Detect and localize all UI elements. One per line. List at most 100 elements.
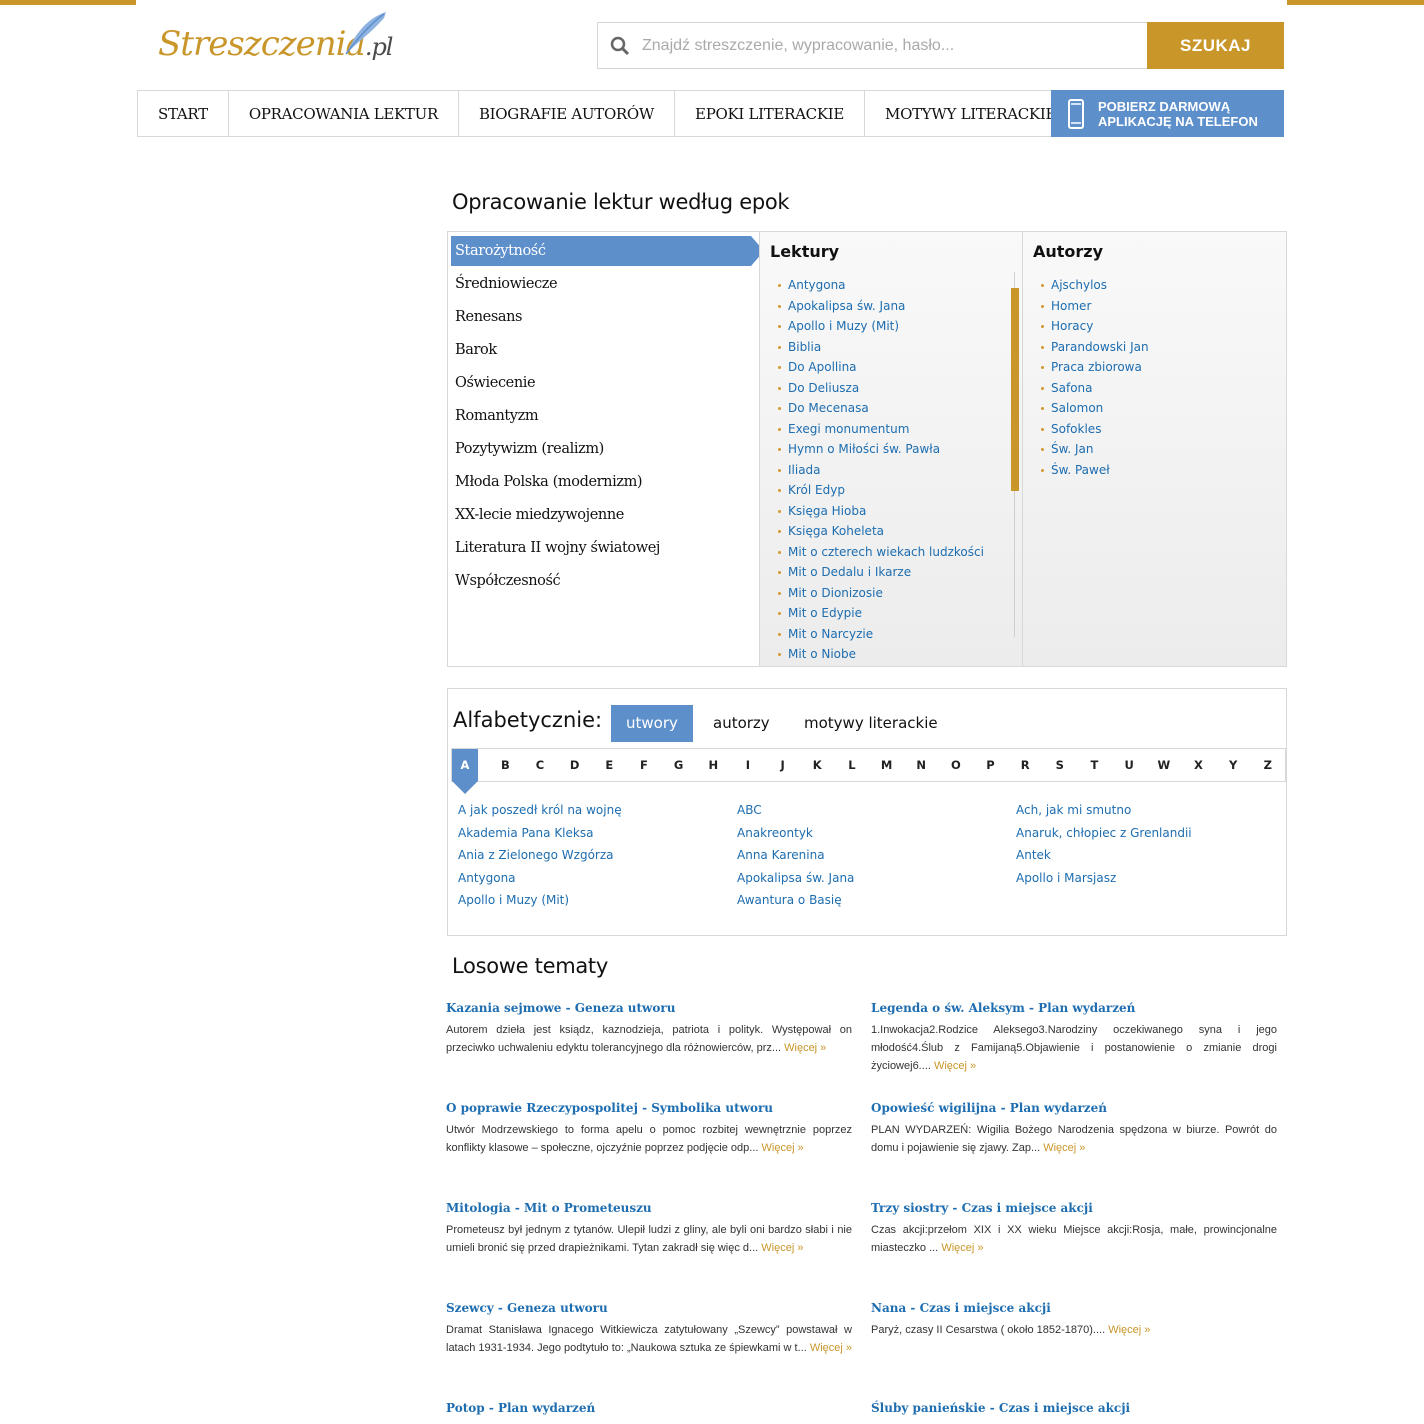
letter-w[interactable]: W (1146, 749, 1181, 781)
works-scrollbar-thumb[interactable] (1011, 288, 1019, 491)
epoch-item-renesans[interactable]: Renesans (451, 302, 761, 335)
search-input[interactable] (642, 23, 1142, 68)
work-link[interactable]: ABC (737, 803, 854, 826)
work-link[interactable]: A jak poszedł król na wojnę (458, 803, 622, 826)
epoch-item-starozytnosc[interactable]: Starożytność (451, 236, 764, 266)
author-link[interactable]: Św. Paweł (1041, 460, 1149, 481)
work-link[interactable]: Antygona (778, 275, 984, 296)
author-link[interactable]: Ajschylos (1041, 275, 1149, 296)
topic-title-link[interactable]: Trzy siostry - Czas i miejsce akcji (871, 1201, 1277, 1215)
work-link[interactable]: Mit o Edypie (778, 603, 984, 624)
nav-biografie-autorow[interactable]: BIOGRAFIE AUTORÓW (459, 91, 676, 136)
work-link[interactable]: Mit o Narcyzie (778, 624, 984, 645)
more-link[interactable]: Więcej » (941, 1242, 983, 1254)
work-link[interactable]: Do Apollina (778, 357, 984, 378)
work-link[interactable]: Apollo i Marsjasz (1016, 871, 1192, 894)
letter-x[interactable]: X (1181, 749, 1216, 781)
epoch-item-barok[interactable]: Barok (451, 335, 761, 368)
work-link[interactable]: Król Edyp (778, 480, 984, 501)
epoch-item-sredniowiecze[interactable]: Średniowiecze (451, 269, 761, 302)
topic-title-link[interactable]: Szewcy - Geneza utworu (446, 1301, 852, 1315)
author-link[interactable]: Św. Jan (1041, 439, 1149, 460)
author-link[interactable]: Sofokles (1041, 419, 1149, 440)
epoch-item-mloda-polska[interactable]: Młoda Polska (modernizm) (451, 467, 761, 500)
letter-t[interactable]: T (1077, 749, 1112, 781)
tab-autorzy[interactable]: autorzy (698, 705, 785, 742)
letter-h[interactable]: H (696, 749, 731, 781)
topic-title-link[interactable]: Nana - Czas i miejsce akcji (871, 1301, 1277, 1315)
work-link[interactable]: Do Deliusza (778, 378, 984, 399)
letter-i[interactable]: I (731, 749, 766, 781)
nav-motywy-literackie[interactable]: MOTYWY LITERACKIE (865, 91, 1078, 136)
epoch-item-wspolczesnosc[interactable]: Współczesność (451, 566, 761, 599)
work-link[interactable]: Apokalipsa św. Jana (778, 296, 984, 317)
letter-o[interactable]: O (939, 749, 974, 781)
nav-start[interactable]: START (138, 91, 229, 136)
author-link[interactable]: Salomon (1041, 398, 1149, 419)
work-link[interactable]: Apokalipsa św. Jana (737, 871, 854, 894)
work-link[interactable]: Do Mecenasa (778, 398, 984, 419)
letter-u[interactable]: U (1112, 749, 1147, 781)
letter-l[interactable]: L (835, 749, 870, 781)
work-link[interactable]: Exegi monumentum (778, 419, 984, 440)
topic-title-link[interactable]: Kazania sejmowe - Geneza utworu (446, 1001, 852, 1015)
letter-b[interactable]: B (488, 749, 523, 781)
author-link[interactable]: Safona (1041, 378, 1149, 399)
more-link[interactable]: Więcej » (934, 1060, 976, 1072)
search-button[interactable]: SZUKAJ (1147, 22, 1284, 69)
letter-g[interactable]: G (661, 749, 696, 781)
author-link[interactable]: Praca zbiorowa (1041, 357, 1149, 378)
work-link[interactable]: Mit o czterech wiekach ludzkości (778, 542, 984, 563)
work-link[interactable]: Księga Hioba (778, 501, 984, 522)
work-link[interactable]: Mit o Dionizosie (778, 583, 984, 604)
epoch-item-xx-lecie[interactable]: XX-lecie miedzywojenne (451, 500, 761, 533)
work-link[interactable]: Apollo i Muzy (Mit) (458, 893, 622, 916)
work-link[interactable]: Ania z Zielonego Wzgórza (458, 848, 622, 871)
epoch-item-oswiecenie[interactable]: Oświecenie (451, 368, 761, 401)
more-link[interactable]: Więcej » (810, 1342, 852, 1354)
letter-j[interactable]: J (765, 749, 800, 781)
work-link[interactable]: Awantura o Basię (737, 893, 854, 916)
letter-k[interactable]: K (800, 749, 835, 781)
letter-c[interactable]: C (523, 749, 558, 781)
work-link[interactable]: Hymn o Miłości św. Pawła (778, 439, 984, 460)
epoch-item-literatura-ii-wojny[interactable]: Literatura II wojny światowej (451, 533, 761, 566)
work-link[interactable]: Antygona (458, 871, 622, 894)
letter-p[interactable]: P (973, 749, 1008, 781)
work-link[interactable]: Księga Koheleta (778, 521, 984, 542)
work-link[interactable]: Iliada (778, 460, 984, 481)
letter-z[interactable]: Z (1250, 749, 1285, 781)
topic-title-link[interactable]: Mitologia - Mit o Prometeuszu (446, 1201, 852, 1215)
tab-utwory[interactable]: utwory (611, 705, 693, 742)
work-link[interactable]: Mit o Niobe (778, 644, 984, 665)
work-link[interactable]: Biblia (778, 337, 984, 358)
topic-title-link[interactable]: Potop - Plan wydarzeń (446, 1401, 852, 1415)
download-app-button[interactable]: POBIERZ DARMOWĄ APLIKACJĘ NA TELEFON (1051, 90, 1284, 137)
work-link[interactable]: Mit o Dedalu i Ikarze (778, 562, 984, 583)
work-link[interactable]: Antek (1016, 848, 1192, 871)
nav-epoki-literackie[interactable]: EPOKI LITERACKIE (675, 91, 866, 136)
letter-f[interactable]: F (627, 749, 662, 781)
author-link[interactable]: Horacy (1041, 316, 1149, 337)
tab-motywy-literackie[interactable]: motywy literackie (789, 705, 953, 742)
more-link[interactable]: Więcej » (761, 1242, 803, 1254)
topic-title-link[interactable]: Śluby panieńskie - Czas i miejsce akcji (871, 1401, 1277, 1415)
work-link[interactable]: Ach, jak mi smutno (1016, 803, 1192, 826)
topic-title-link[interactable]: O poprawie Rzeczypospolitej - Symbolika … (446, 1101, 852, 1115)
work-link[interactable]: Akademia Pana Kleksa (458, 826, 622, 849)
letter-s[interactable]: S (1043, 749, 1078, 781)
letter-m[interactable]: M (869, 749, 904, 781)
more-link[interactable]: Więcej » (1108, 1324, 1150, 1336)
author-link[interactable]: Parandowski Jan (1041, 337, 1149, 358)
work-link[interactable]: Anakreontyk (737, 826, 854, 849)
author-link[interactable]: Homer (1041, 296, 1149, 317)
letter-n[interactable]: N (904, 749, 939, 781)
letter-d[interactable]: D (557, 749, 592, 781)
letter-e[interactable]: E (592, 749, 627, 781)
topic-title-link[interactable]: Opowieść wigilijna - Plan wydarzeń (871, 1101, 1277, 1115)
letter-a[interactable]: A (452, 749, 478, 794)
more-link[interactable]: Więcej » (762, 1142, 804, 1154)
letter-r[interactable]: R (1008, 749, 1043, 781)
topic-title-link[interactable]: Legenda o św. Aleksym - Plan wydarzeń (871, 1001, 1277, 1015)
more-link[interactable]: Więcej » (784, 1042, 826, 1054)
